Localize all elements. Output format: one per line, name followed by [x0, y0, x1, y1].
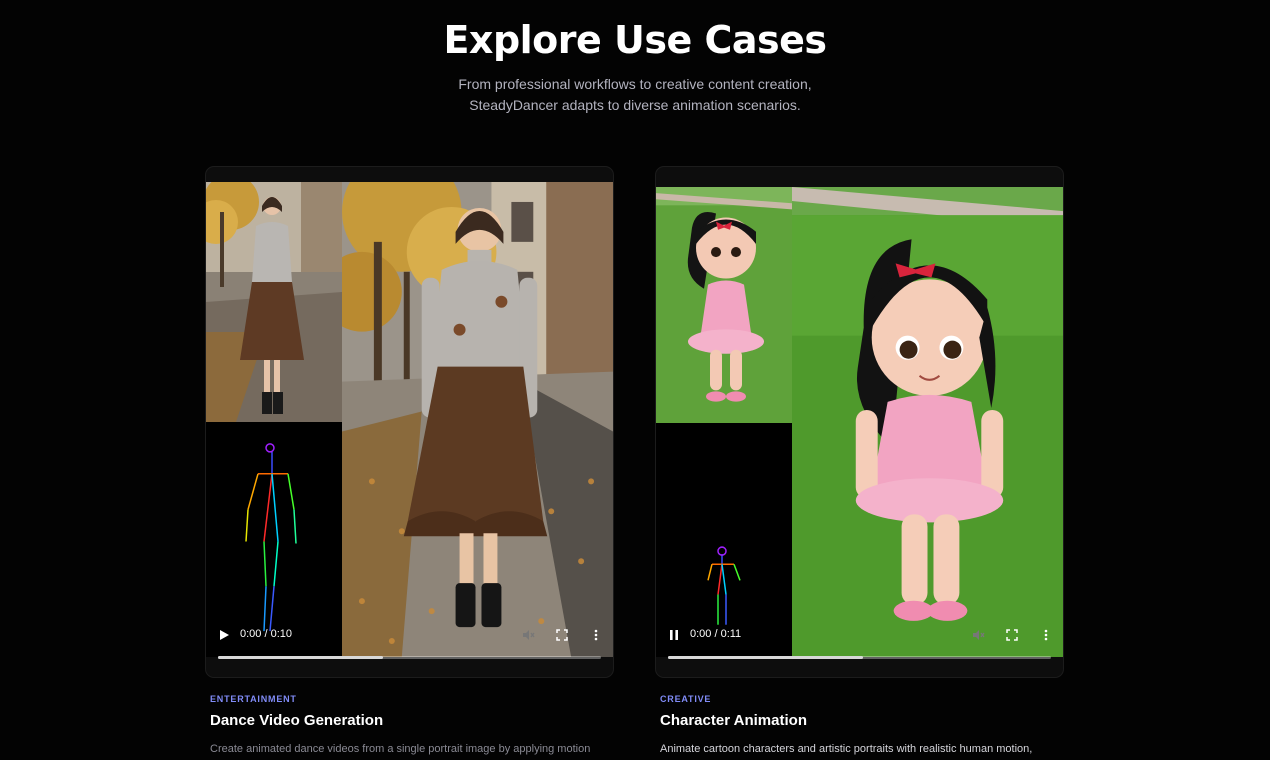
more-vertical-icon [594, 629, 598, 641]
play-icon [220, 630, 229, 640]
use-case-card-dance: 0:00 / 0:10 ENTERTAINMENT Dance Video Ge… [205, 166, 614, 755]
video-controls: 0:00 / 0:11 [656, 615, 1063, 663]
video-progress-fill [218, 656, 383, 659]
play-button[interactable] [214, 625, 234, 645]
video-progress-bar[interactable] [218, 656, 601, 659]
reference-image-panel [206, 182, 342, 422]
generated-video-panel [792, 187, 1063, 657]
generated-video-panel [342, 182, 613, 657]
video-frame[interactable] [656, 187, 1063, 657]
video-time: 0:00 / 0:10 [240, 628, 292, 640]
mute-button[interactable] [968, 625, 988, 645]
volume-muted-icon [523, 630, 535, 640]
fullscreen-button[interactable] [552, 625, 572, 645]
section-title: Explore Use Cases [443, 18, 827, 62]
more-options-button[interactable] [1036, 625, 1056, 645]
video-player[interactable]: 0:00 / 0:11 [655, 166, 1064, 678]
video-frame[interactable] [206, 182, 613, 657]
card-description: Create animated dance videos from a sing… [210, 743, 591, 755]
mute-button[interactable] [518, 625, 538, 645]
more-options-button[interactable] [586, 625, 606, 645]
card-description: Animate cartoon characters and artistic … [660, 743, 1033, 755]
card-meta: ENTERTAINMENT Dance Video Generation Cre… [210, 694, 610, 755]
video-progress-fill [668, 656, 864, 659]
pause-icon [670, 630, 678, 640]
card-meta: CREATIVE Character Animation Animate car… [660, 694, 1060, 755]
video-progress-bar[interactable] [668, 656, 1051, 659]
category-label: CREATIVE [660, 694, 712, 704]
fullscreen-icon [1006, 629, 1018, 641]
pause-button[interactable] [664, 625, 684, 645]
fullscreen-button[interactable] [1002, 625, 1022, 645]
section-subtitle: From professional workflows to creative … [0, 74, 1270, 116]
subtitle-line-1: From professional workflows to creative … [458, 76, 812, 92]
subtitle-line-2: SteadyDancer adapts to diverse animation… [469, 97, 801, 113]
reference-image-panel [656, 187, 792, 427]
video-player[interactable]: 0:00 / 0:10 [205, 166, 614, 678]
volume-muted-icon [973, 630, 985, 640]
video-time: 0:00 / 0:11 [690, 628, 742, 640]
card-title: Dance Video Generation [210, 712, 384, 729]
use-cases-section: Explore Use Cases From professional work… [0, 0, 1270, 760]
card-title: Character Animation [660, 712, 807, 729]
fullscreen-icon [556, 629, 568, 641]
category-label: ENTERTAINMENT [210, 694, 297, 704]
video-controls: 0:00 / 0:10 [206, 615, 613, 663]
more-vertical-icon [1044, 629, 1048, 641]
use-case-card-character: 0:00 / 0:11 CREATIVE Character Animation… [655, 166, 1064, 755]
hero: Explore Use Cases From professional work… [0, 18, 1270, 116]
